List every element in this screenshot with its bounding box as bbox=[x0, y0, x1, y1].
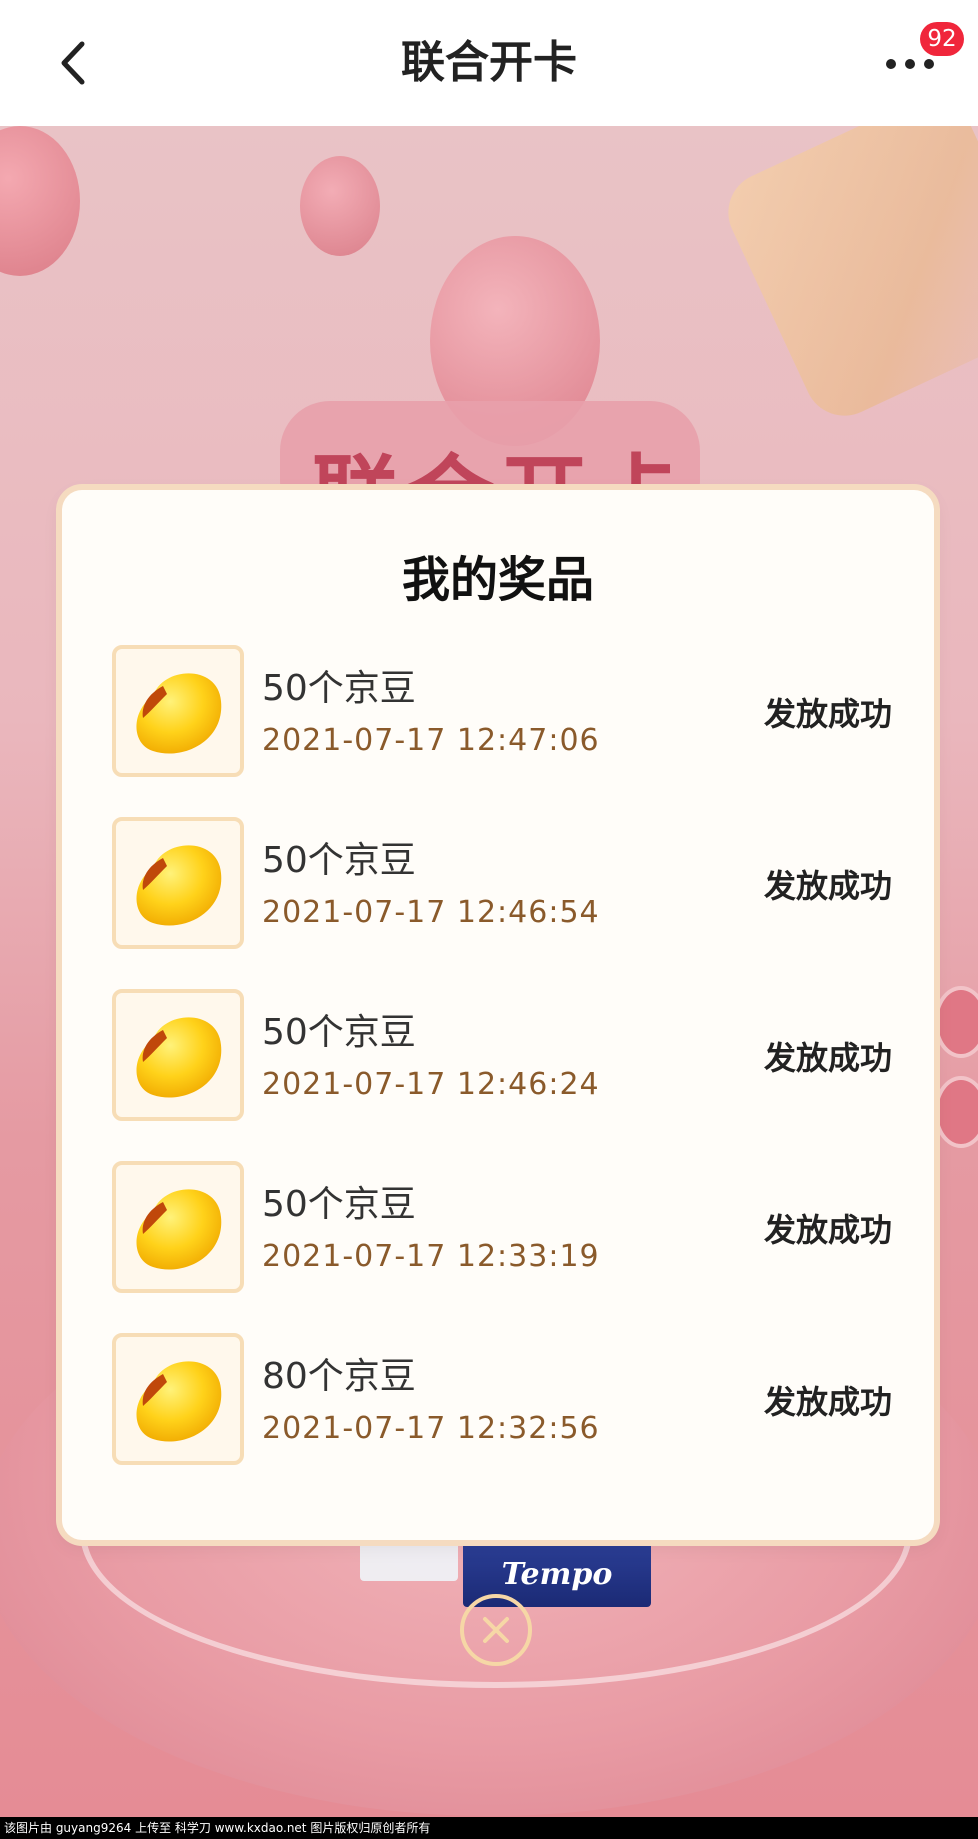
prize-list-item: 50个京豆 2021-07-17 12:33:19 发放成功 bbox=[112, 1161, 892, 1297]
more-dots-icon bbox=[886, 59, 934, 69]
prize-name: 50个京豆 bbox=[262, 840, 416, 881]
prize-status: 发放成功 bbox=[763, 1211, 892, 1249]
jd-bean-icon bbox=[112, 817, 244, 949]
prize-time: 2021-07-17 12:46:24 bbox=[262, 1067, 600, 1102]
prize-list-item: 50个京豆 2021-07-17 12:47:06 发放成功 bbox=[112, 645, 892, 781]
prize-time: 2021-07-17 12:46:54 bbox=[262, 895, 600, 930]
prize-list-item: 80个京豆 2021-07-17 12:32:56 发放成功 bbox=[112, 1333, 892, 1469]
side-decoration bbox=[934, 986, 978, 1058]
prize-name: 50个京豆 bbox=[262, 1184, 416, 1225]
prize-time: 2021-07-17 12:32:56 bbox=[262, 1411, 600, 1446]
product-box bbox=[360, 1541, 458, 1581]
prize-name: 80个京豆 bbox=[262, 1356, 416, 1397]
page-title: 联合开卡 bbox=[401, 37, 577, 88]
prize-status: 发放成功 bbox=[763, 1383, 892, 1421]
close-modal-button[interactable] bbox=[460, 1594, 532, 1666]
prize-time: 2021-07-17 12:33:19 bbox=[262, 1239, 600, 1274]
notification-badge: 92 bbox=[920, 22, 964, 56]
prize-name: 50个京豆 bbox=[262, 1012, 416, 1053]
prize-name: 50个京豆 bbox=[262, 668, 416, 709]
prize-list-item: 50个京豆 2021-07-17 12:46:54 发放成功 bbox=[112, 817, 892, 953]
prize-modal: 我的奖品 50个京豆 2021-07-17 12:47:06 发放成功 50个京… bbox=[62, 490, 934, 1540]
jd-bean-icon bbox=[112, 1161, 244, 1293]
jd-bean-icon bbox=[112, 1333, 244, 1465]
balloon-decoration bbox=[0, 126, 80, 276]
watermark-footer: 该图片由 guyang9264 上传至 科学刀 www.kxdao.net 图片… bbox=[0, 1817, 978, 1839]
balloon-decoration bbox=[300, 156, 380, 256]
jd-bean-icon bbox=[112, 645, 244, 777]
prize-time: 2021-07-17 12:47:06 bbox=[262, 723, 600, 758]
prize-status: 发放成功 bbox=[763, 695, 892, 733]
top-nav-bar: 联合开卡 92 bbox=[0, 0, 978, 126]
side-decoration bbox=[934, 1076, 978, 1148]
prize-list-item: 50个京豆 2021-07-17 12:46:24 发放成功 bbox=[112, 989, 892, 1125]
modal-title: 我的奖品 bbox=[401, 552, 594, 608]
prize-status: 发放成功 bbox=[763, 867, 892, 905]
ribbon-decoration bbox=[715, 126, 978, 429]
jd-bean-icon bbox=[112, 989, 244, 1121]
prize-status: 发放成功 bbox=[763, 1039, 892, 1077]
close-circle-icon bbox=[483, 1617, 509, 1643]
product-label: Tempo bbox=[501, 1556, 613, 1592]
